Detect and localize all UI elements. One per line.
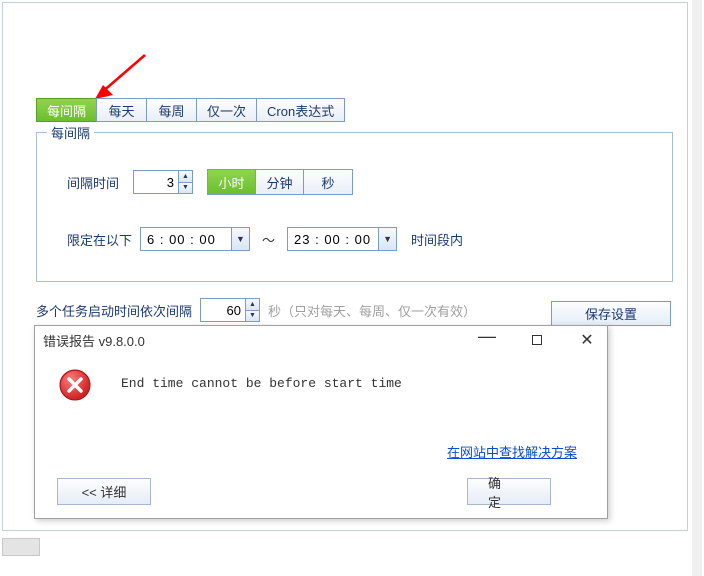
help-link[interactable]: 在网站中查找解决方案 — [447, 442, 577, 461]
tab-cron[interactable]: Cron表达式 — [256, 98, 345, 122]
multi-task-spinner[interactable]: ▲ ▼ — [200, 298, 260, 322]
interval-label: 间隔时间 — [67, 173, 119, 192]
minimize-icon: — — [478, 326, 496, 347]
multi-task-suffix: 秒（只对每天、每周、仅一次有效） — [268, 301, 476, 320]
range-tilde: ～ — [262, 230, 275, 249]
tab-interval[interactable]: 每间隔 — [36, 98, 96, 122]
tab-weekly[interactable]: 每周 — [146, 98, 196, 122]
unit-second-button[interactable]: 秒 — [304, 170, 352, 194]
spinner-up-icon[interactable]: ▲ — [179, 171, 192, 183]
tab-daily[interactable]: 每天 — [96, 98, 146, 122]
main-panel: 每间隔 每天 每周 仅一次 Cron表达式 每间隔 间隔时间 ▲ ▼ 小时 分钟… — [2, 2, 688, 531]
start-time-input[interactable] — [141, 228, 231, 250]
fieldset-legend: 每间隔 — [47, 123, 94, 142]
close-button[interactable]: ✕ — [573, 330, 601, 350]
error-dialog: 错误报告 v9.8.0.0 — ✕ End time c — [34, 325, 608, 519]
unit-hour-button[interactable]: 小时 — [208, 170, 256, 194]
error-message: End time cannot be before start time — [121, 376, 402, 391]
dialog-title-text: 错误报告 v9.8.0.0 — [43, 331, 145, 350]
dialog-title: 错误报告 v9.8.0.0 — ✕ — [35, 326, 607, 354]
bottom-edge — [2, 538, 40, 556]
multi-task-label: 多个任务启动时间依次间隔 — [36, 301, 192, 320]
multi-task-input[interactable] — [201, 299, 245, 321]
ok-button[interactable]: 确 定 — [467, 478, 551, 505]
spinner-down-icon[interactable]: ▼ — [246, 311, 259, 322]
maximize-button[interactable] — [523, 330, 551, 350]
save-button[interactable]: 保存设置 — [551, 301, 671, 326]
unit-minute-button[interactable]: 分钟 — [256, 170, 304, 194]
limit-label: 限定在以下 — [67, 230, 132, 249]
range-suffix-label: 时间段内 — [411, 230, 463, 249]
dropdown-icon[interactable]: ▼ — [231, 228, 249, 250]
interval-spinner[interactable]: ▲ ▼ — [133, 170, 193, 194]
close-icon: ✕ — [580, 330, 593, 350]
maximize-icon — [532, 335, 542, 345]
interval-input[interactable] — [134, 171, 178, 193]
end-time-combo[interactable]: ▼ — [287, 227, 397, 251]
end-time-input[interactable] — [288, 228, 378, 250]
start-time-combo[interactable]: ▼ — [140, 227, 250, 251]
detail-button[interactable]: << 详细 — [57, 478, 151, 505]
schedule-tabs: 每间隔 每天 每周 仅一次 Cron表达式 — [36, 98, 345, 122]
error-icon — [59, 369, 91, 401]
minimize-button[interactable]: — — [473, 330, 501, 350]
interval-fieldset: 每间隔 间隔时间 ▲ ▼ 小时 分钟 秒 限定在以下 ▼ ～ — [36, 132, 673, 282]
right-edge — [692, 0, 702, 576]
spinner-down-icon[interactable]: ▼ — [179, 183, 192, 194]
spinner-up-icon[interactable]: ▲ — [246, 299, 259, 311]
unit-selector: 小时 分钟 秒 — [207, 169, 353, 195]
dropdown-icon[interactable]: ▼ — [378, 228, 396, 250]
tab-once[interactable]: 仅一次 — [196, 98, 256, 122]
